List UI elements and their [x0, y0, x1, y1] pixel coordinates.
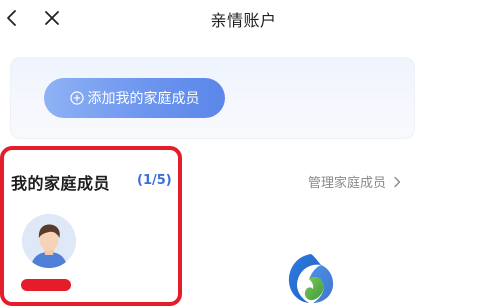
page-title: 亲情账户	[210, 11, 277, 30]
manage-family-members-label: 管理家庭成员	[308, 176, 387, 191]
plus-circle-icon	[69, 91, 84, 105]
add-family-member-button[interactable]: 添加我的家庭成员	[44, 78, 225, 118]
member-avatar[interactable]	[22, 214, 76, 268]
member-name-redacted	[21, 279, 71, 291]
family-members-title: 我的家庭成员	[11, 174, 111, 193]
add-family-member-label: 添加我的家庭成员	[87, 91, 200, 107]
manage-family-members-link[interactable]: 管理家庭成员	[308, 172, 402, 191]
top-bar: 亲情账户	[0, 0, 487, 40]
chevron-right-icon	[394, 176, 401, 187]
add-member-card: 添加我的家庭成员	[10, 57, 415, 139]
user-avatar-icon	[22, 214, 76, 268]
family-members-count: (1/5)	[137, 173, 172, 188]
app-logo-icon	[288, 254, 334, 303]
